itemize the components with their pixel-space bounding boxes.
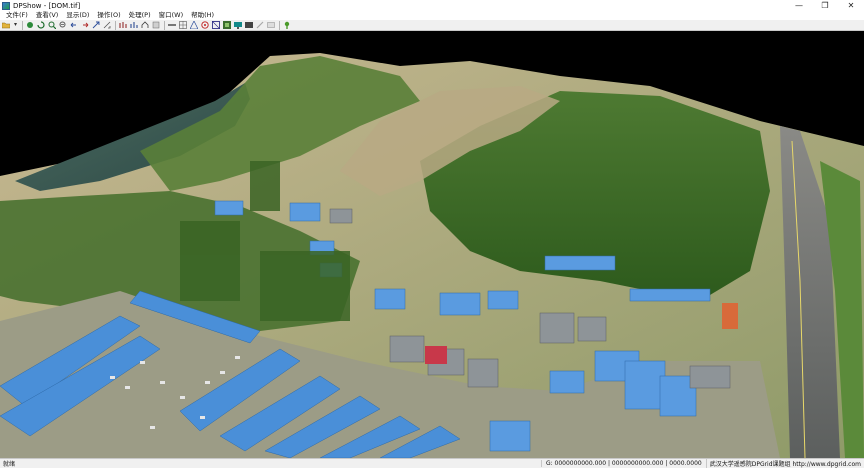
coordinate-readout: G: 0000000000.000 | 0000000000.000 | 000… bbox=[540, 460, 706, 467]
restore-button[interactable]: ❐ bbox=[812, 0, 838, 11]
layer-icon[interactable] bbox=[152, 21, 160, 29]
minimize-button[interactable]: — bbox=[786, 0, 812, 11]
menu-help[interactable]: 帮助(H) bbox=[187, 11, 218, 20]
toolbar-separator bbox=[279, 20, 280, 30]
flag-icon[interactable] bbox=[141, 21, 149, 29]
window-title: DPShow - [DOM.tif] bbox=[13, 1, 81, 10]
close-button[interactable]: ✕ bbox=[838, 0, 864, 11]
toolbar: ▾ bbox=[0, 20, 864, 31]
dropdown-icon[interactable]: ▾ bbox=[13, 21, 18, 29]
zoom-in-icon[interactable] bbox=[48, 21, 56, 29]
height-icon[interactable] bbox=[119, 21, 127, 29]
bar-icon[interactable] bbox=[168, 21, 176, 29]
terrain-model bbox=[0, 53, 864, 458]
measure-icon[interactable] bbox=[103, 21, 111, 29]
menu-view[interactable]: 查看(V) bbox=[32, 11, 63, 20]
red-roof bbox=[425, 346, 447, 364]
status-ready: 就绪 bbox=[3, 461, 16, 468]
status-bar: 就绪 G: 0000000000.000 | 0000000000.000 | … bbox=[0, 458, 864, 468]
surface-icon[interactable] bbox=[245, 21, 253, 29]
window-controls: — ❐ ✕ bbox=[786, 0, 864, 11]
wireframe-icon[interactable] bbox=[212, 21, 220, 29]
texture-icon[interactable] bbox=[223, 21, 231, 29]
3d-scene-viewport[interactable] bbox=[0, 31, 864, 458]
zoom-out-icon[interactable] bbox=[59, 21, 67, 29]
title-bar: DPShow - [DOM.tif] — ❐ ✕ bbox=[0, 0, 864, 11]
toolbar-separator bbox=[164, 20, 165, 30]
fit-icon[interactable] bbox=[92, 21, 100, 29]
profile-icon[interactable] bbox=[130, 21, 138, 29]
light-icon[interactable] bbox=[283, 21, 291, 29]
menu-bar: 文件(F) 查看(V) 显示(D) 操作(O) 处理(P) 窗口(W) 帮助(H… bbox=[0, 11, 864, 20]
menu-file[interactable]: 文件(F) bbox=[2, 11, 32, 20]
monitor-icon[interactable] bbox=[234, 21, 242, 29]
undo-icon[interactable] bbox=[70, 21, 78, 29]
rotate-icon[interactable] bbox=[37, 21, 45, 29]
network-icon[interactable] bbox=[201, 21, 209, 29]
toolbar-separator bbox=[22, 20, 23, 30]
orange-roof bbox=[722, 303, 738, 329]
menu-window[interactable]: 窗口(W) bbox=[155, 11, 188, 20]
redo-icon[interactable] bbox=[81, 21, 89, 29]
menu-operation[interactable]: 操作(O) bbox=[93, 11, 124, 20]
pan-icon[interactable] bbox=[26, 21, 34, 29]
app-icon bbox=[2, 1, 10, 10]
open-icon[interactable] bbox=[2, 21, 10, 29]
mesh-icon[interactable] bbox=[190, 21, 198, 29]
menu-display[interactable]: 显示(D) bbox=[62, 11, 93, 20]
menu-process[interactable]: 处理(P) bbox=[125, 11, 155, 20]
frame-icon[interactable] bbox=[267, 21, 275, 29]
toolbar-separator bbox=[115, 20, 116, 30]
point-icon[interactable] bbox=[256, 21, 264, 29]
grid-icon[interactable] bbox=[179, 21, 187, 29]
organization-info: 武汉大学遥感院DPGrid课题组 http://www.dpgrid.com bbox=[705, 459, 864, 468]
